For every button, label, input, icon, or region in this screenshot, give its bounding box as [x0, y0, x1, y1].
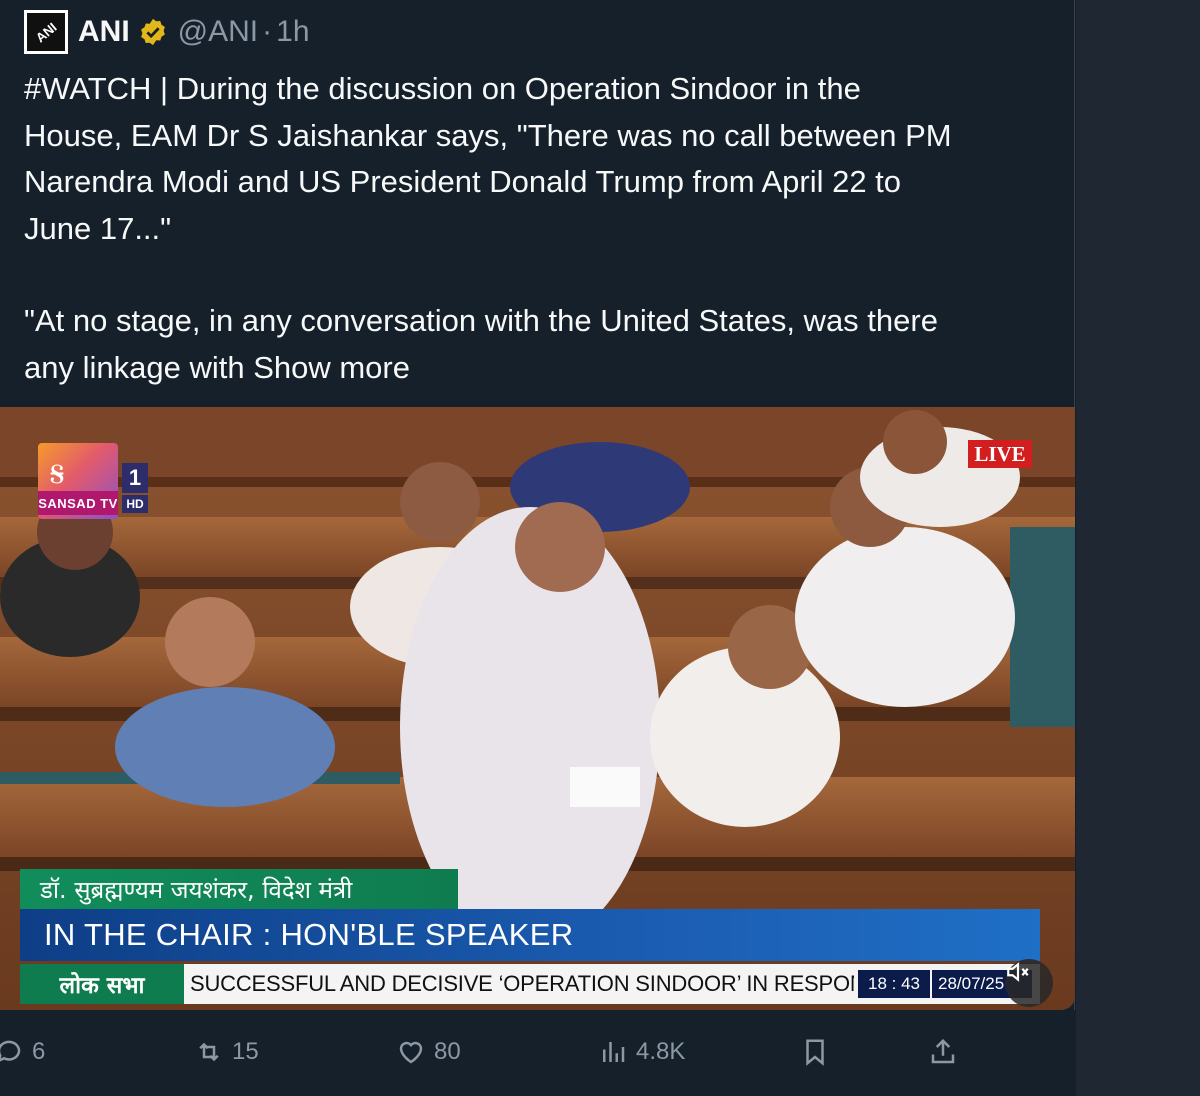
user-handle[interactable]: @ANI — [178, 15, 258, 49]
live-badge: LIVE — [968, 440, 1032, 468]
reply-icon — [0, 1040, 21, 1062]
tweet-text-line: any linkage with Show more — [24, 345, 1054, 392]
channel-number: 1 — [122, 463, 148, 493]
tweet-text-line: House, EAM Dr S Jaishankar says, "There … — [24, 117, 952, 153]
tweet-card[interactable]: ANI ANI @ANI · 1h #WATCH | During the di… — [0, 0, 1075, 1010]
heart-icon — [399, 1041, 423, 1064]
tweet-text-fragment: any linkage with — [24, 349, 245, 385]
repost-icon — [199, 1042, 219, 1062]
views-icon — [603, 1042, 625, 1062]
news-ticker: लोक सभा SUCCESSFUL AND DECISIVE ‘OPERATI… — [20, 964, 1040, 1004]
like-button[interactable]: 80 — [396, 1030, 461, 1074]
speaker-muted-icon — [1007, 962, 1029, 982]
channel-logo-glyph: ꭶ — [50, 447, 65, 493]
channel-label: SANSAD TV — [38, 491, 118, 515]
bookmark-icon — [806, 1039, 824, 1066]
tweet-header: ANI ANI @ANI · 1h — [24, 10, 310, 54]
views-button[interactable]: 4.8K — [598, 1030, 685, 1074]
action-bar: 6 15 80 4.8K — [0, 1030, 1075, 1074]
show-more-link[interactable]: Show more — [253, 350, 410, 385]
separator: · — [262, 15, 273, 48]
tweet-text-line: #WATCH | During the discussion on Operat… — [24, 71, 861, 106]
like-count: 80 — [434, 1038, 461, 1065]
channel-hd: HD — [122, 495, 148, 513]
channel-logo: ꭶ SANSAD TV 1 HD — [38, 443, 148, 519]
video-player[interactable]: ꭶ SANSAD TV 1 HD LIVE डॉ. सुब्रह्मण्यम ज… — [0, 407, 1075, 1010]
chair-bar: IN THE CHAIR : HON'BLE SPEAKER — [20, 909, 1040, 961]
verified-badge-icon — [140, 18, 165, 46]
speaker-name-bar: डॉ. सुब्रह्मण्यम जयशंकर, विदेश मंत्री — [20, 869, 458, 909]
avatar[interactable]: ANI — [24, 10, 68, 54]
tweet-text: #WATCH | During the discussion on Operat… — [24, 66, 1054, 391]
right-panel — [1076, 0, 1200, 1096]
repost-button[interactable]: 15 — [194, 1030, 259, 1074]
reply-button[interactable]: 6 — [0, 1030, 45, 1074]
ticker-text: SUCCESSFUL AND DECISIVE ‘OPERATION SINDO… — [190, 971, 854, 996]
bookmark-button[interactable] — [800, 1030, 830, 1074]
reply-count: 6 — [32, 1038, 46, 1065]
mute-button[interactable] — [1005, 959, 1053, 1007]
tweet-text-line: Narendra Modi and US President Donald Tr… — [24, 164, 902, 199]
page: ANI ANI @ANI · 1h #WATCH | During the di… — [0, 0, 1200, 1096]
repost-count: 15 — [232, 1038, 259, 1065]
view-count: 4.8K — [636, 1038, 686, 1065]
share-icon — [931, 1038, 955, 1064]
house-label: लोक सभा — [20, 964, 184, 1004]
tweet-text-line: "At no stage, in any conversation with t… — [24, 303, 938, 338]
display-name[interactable]: ANI — [78, 15, 130, 49]
timestamp[interactable]: 1h — [276, 15, 309, 49]
clock: 18 : 43 — [858, 970, 930, 998]
avatar-text: ANI — [32, 19, 60, 45]
tweet-text-line: June 17..." — [24, 210, 172, 246]
share-button[interactable] — [928, 1030, 958, 1074]
